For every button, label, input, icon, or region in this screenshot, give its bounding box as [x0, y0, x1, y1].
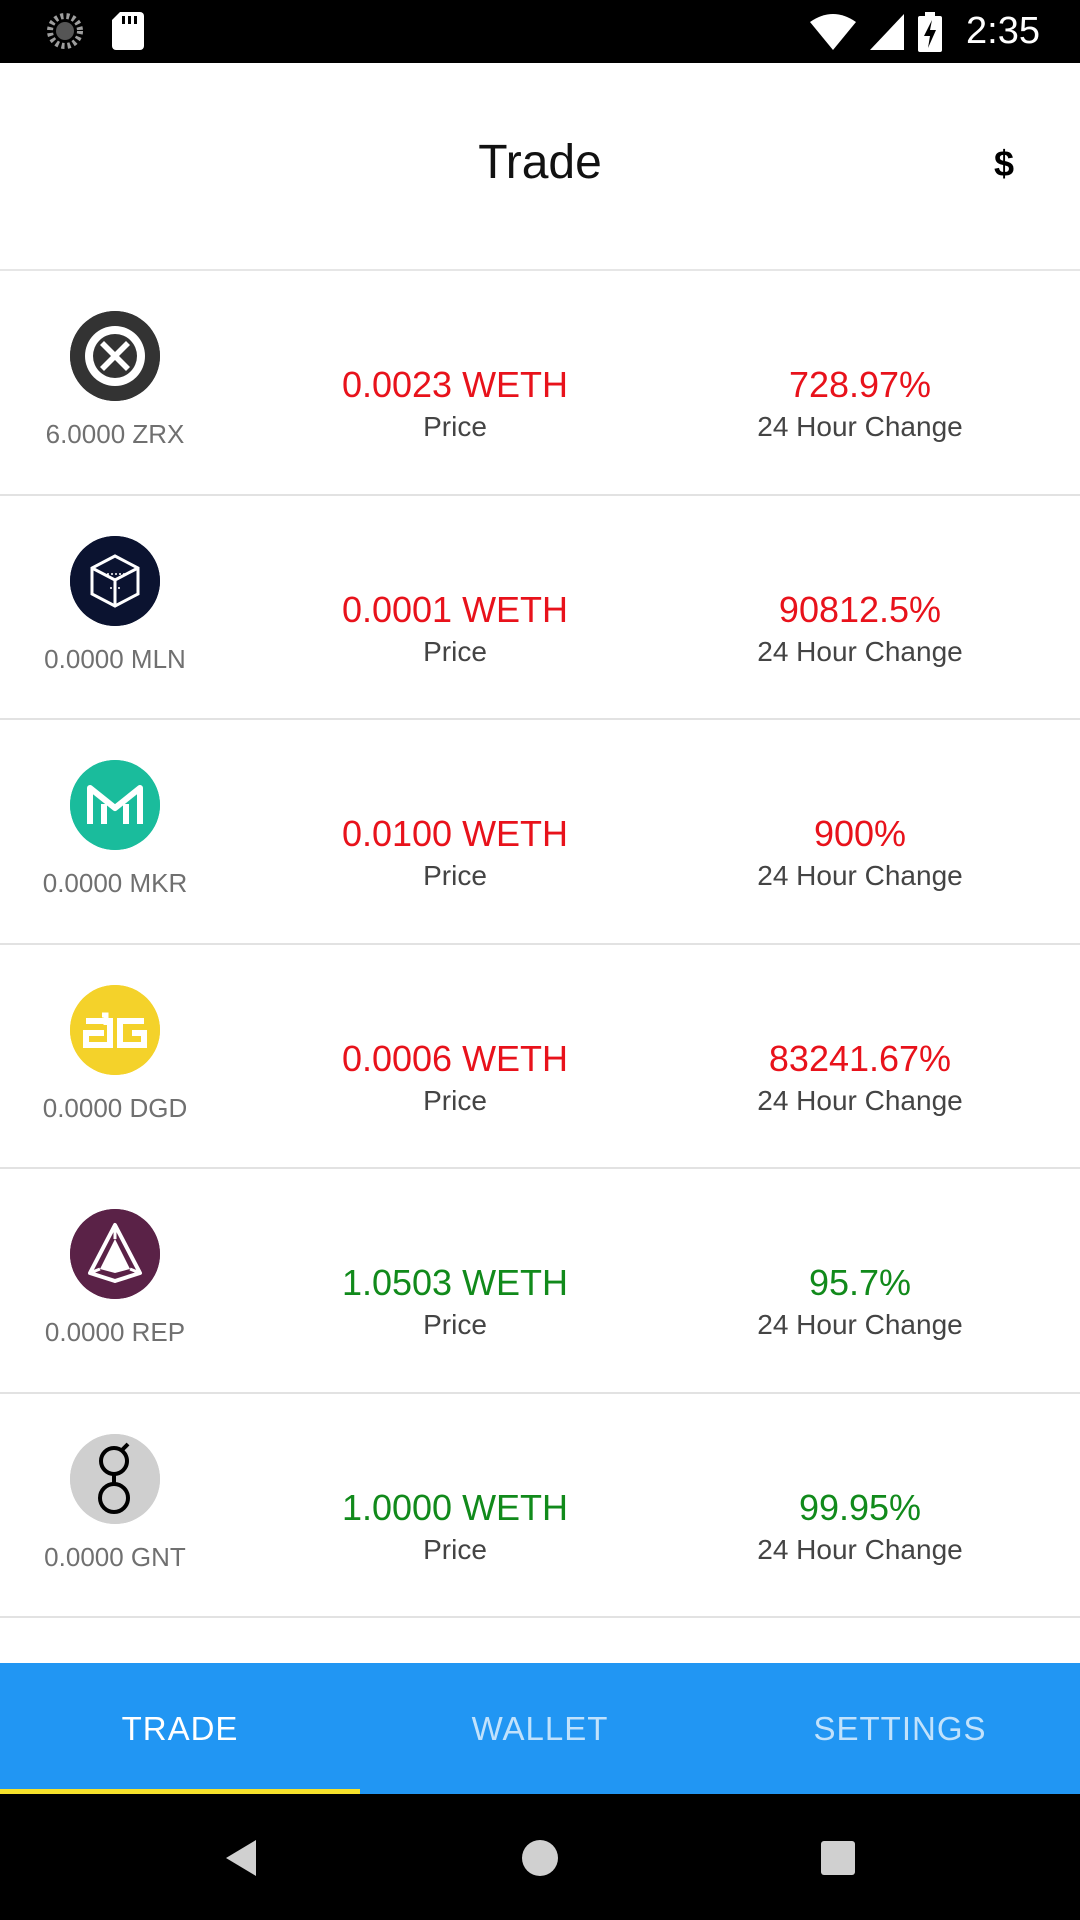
change-label: 24 Hour Change [757, 411, 963, 442]
price-label: Price [423, 635, 487, 667]
dgd-logo-icon [70, 984, 160, 1075]
token-amount: 0.0000 MKR [42, 868, 188, 898]
token-amount: 0.0000 REP [44, 1317, 186, 1347]
currency-toggle-button[interactable]: $ [994, 143, 1014, 185]
token-price: 0.0006 WETH [341, 1037, 569, 1079]
mln-logo-icon [70, 535, 160, 626]
mkr-logo-icon [70, 760, 160, 850]
token-price: 0.0100 WETH [341, 813, 569, 854]
change-label: 24 Hour Change [757, 860, 963, 891]
token-change: 99.95% [798, 1486, 922, 1528]
tab-trade[interactable]: TRADE [0, 1663, 360, 1794]
token-change: 728.97% [788, 364, 932, 405]
token-change: 95.7% [808, 1262, 912, 1303]
token-row-dgd[interactable]: 0.0000 DGD 0.0006 WETH Price 83241.67% 2… [0, 944, 1080, 1169]
token-amount: 0.0000 DGD [42, 1092, 188, 1123]
gnt-logo-icon [70, 1433, 160, 1524]
token-amount: 0.0000 MLN [44, 643, 186, 674]
token-price: 1.0503 WETH [341, 1262, 569, 1303]
token-list: 6.0000 ZRX 0.0023 WETH Price 728.97% 24 … [0, 271, 1080, 1618]
token-row-mln[interactable]: 0.0000 MLN 0.0001 WETH Price 90812.5% 24… [0, 495, 1080, 720]
bottom-tab-bar: TRADE WALLET SETTINGS [0, 1663, 1080, 1794]
rep-logo-icon [70, 1209, 160, 1299]
status-time: 2:35 [966, 10, 1040, 52]
page-title: Trade [478, 136, 602, 189]
token-row-rep[interactable]: 0.0000 REP 1.0503 WETH Price 95.7% 24 Ho… [0, 1169, 1080, 1394]
change-label: 24 Hour Change [757, 1533, 963, 1565]
price-label: Price [423, 860, 487, 891]
wifi-icon [810, 13, 857, 50]
back-icon[interactable] [218, 1834, 266, 1882]
sd-card-icon [112, 12, 144, 50]
token-amount: 6.0000 ZRX [45, 419, 185, 449]
token-change: 90812.5% [778, 588, 942, 630]
cell-signal-icon [870, 13, 905, 50]
zrx-logo-icon [70, 311, 160, 401]
token-change: 83241.67% [768, 1037, 952, 1079]
token-row-gnt[interactable]: 0.0000 GNT 1.0000 WETH Price 99.95% 24 H… [0, 1393, 1080, 1618]
tab-label: WALLET [471, 1709, 609, 1747]
home-icon[interactable] [516, 1834, 564, 1882]
change-label: 24 Hour Change [757, 1084, 963, 1116]
price-label: Price [423, 1084, 487, 1116]
change-label: 24 Hour Change [757, 635, 963, 667]
system-nav-bar [0, 1794, 1080, 1920]
token-price: 1.0000 WETH [341, 1486, 569, 1528]
recents-icon[interactable] [814, 1834, 862, 1882]
token-price: 0.0023 WETH [341, 364, 569, 405]
price-label: Price [423, 411, 487, 442]
token-change: 900% [813, 813, 907, 854]
battery-charging-icon [918, 11, 943, 52]
token-amount: 0.0000 GNT [44, 1541, 186, 1572]
app-header: Trade $ [0, 63, 1080, 271]
token-price: 0.0001 WETH [341, 588, 569, 630]
token-row-mkr[interactable]: 0.0000 MKR 0.0100 WETH Price 900% 24 Hou… [0, 720, 1080, 945]
loading-icon [46, 12, 84, 50]
price-label: Price [423, 1309, 487, 1340]
tab-label: TRADE [121, 1709, 239, 1747]
status-bar: 2:35 [0, 0, 1080, 63]
tab-wallet[interactable]: WALLET [360, 1663, 720, 1794]
tab-label: SETTINGS [813, 1709, 987, 1747]
token-row-zrx[interactable]: 6.0000 ZRX 0.0023 WETH Price 728.97% 24 … [0, 271, 1080, 496]
tab-settings[interactable]: SETTINGS [720, 1663, 1080, 1794]
change-label: 24 Hour Change [757, 1309, 963, 1340]
price-label: Price [423, 1533, 487, 1565]
